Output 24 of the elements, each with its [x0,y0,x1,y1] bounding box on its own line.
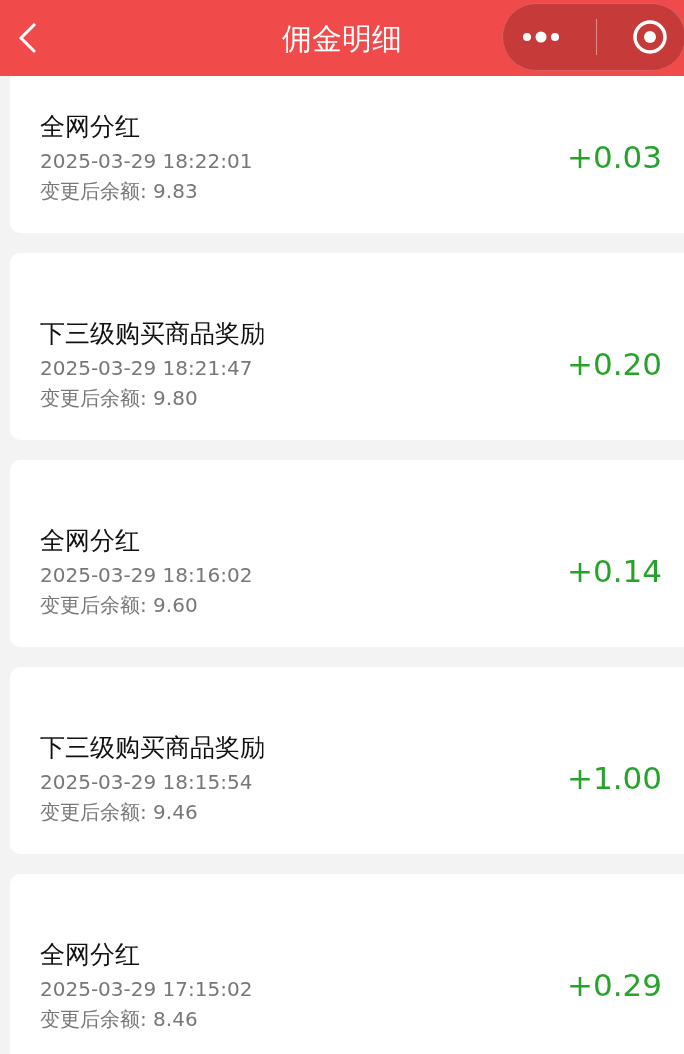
page-title: 佣金明细 [282,19,402,58]
record-title: 下三级购买商品奖励 [40,732,265,763]
record-time: 2025-03-29 17:15:02 [40,975,253,1002]
record-title: 全网分红 [40,939,140,970]
record-title: 下三级购买商品奖励 [40,318,265,349]
record-balance: 变更后余额: 9.80 [40,384,198,411]
record-amount: +1.00 [567,759,662,799]
record-time: 2025-03-29 18:22:01 [40,147,253,174]
record-title: 全网分红 [40,525,140,556]
record-amount: +0.20 [567,345,662,385]
record-amount: +0.03 [567,138,662,178]
record-amount: +0.14 [567,552,662,592]
record-balance: 变更后余额: 9.46 [40,798,198,825]
more-icon[interactable] [520,31,561,43]
close-icon[interactable] [631,19,668,55]
record-amount: +0.29 [567,966,662,1006]
back-icon[interactable] [18,22,38,54]
record-balance: 变更后余额: 8.46 [40,1005,198,1032]
record-balance: 变更后余额: 9.60 [40,591,198,618]
record-time: 2025-03-29 18:21:47 [40,354,253,381]
record-balance: 变更后余额: 9.83 [40,177,198,204]
record-time: 2025-03-29 18:15:54 [40,768,253,795]
record-title: 全网分红 [40,111,140,142]
record-time: 2025-03-29 18:16:02 [40,561,253,588]
